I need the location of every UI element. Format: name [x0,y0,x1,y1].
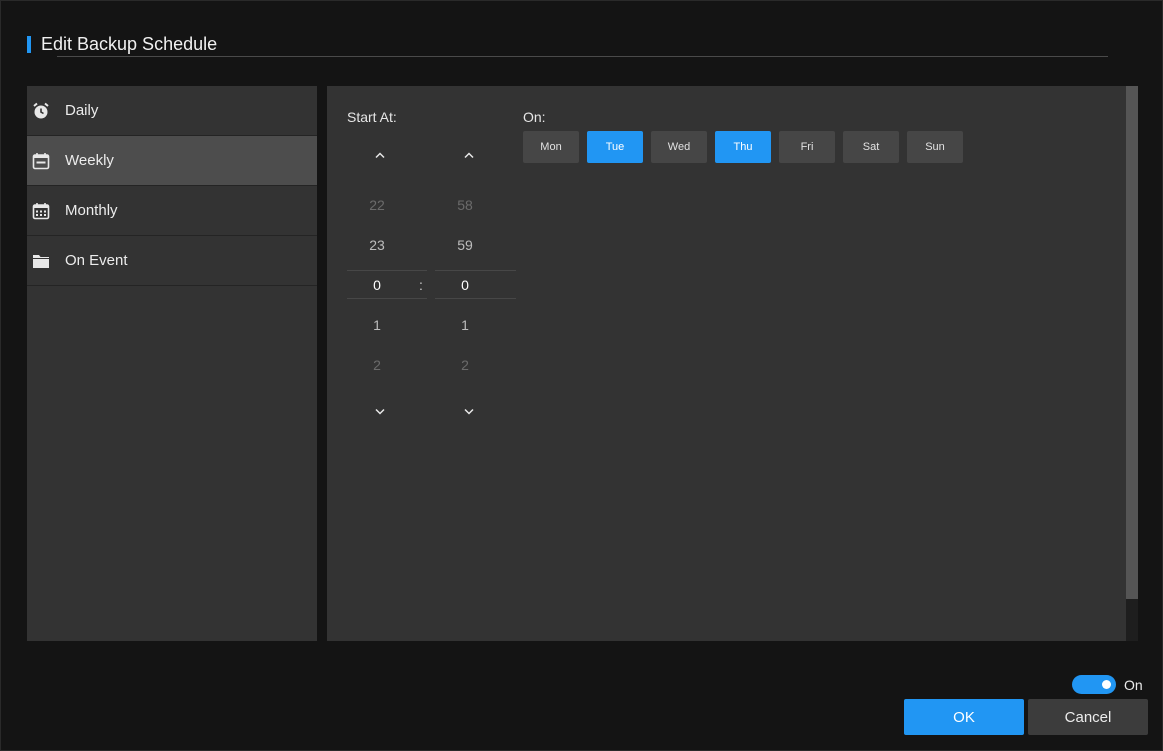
day-button-thu[interactable]: Thu [715,131,771,163]
minute-selected[interactable]: 0 [435,277,495,293]
sidebar-item-monthly[interactable]: Monthly [27,186,317,236]
minute-down-button[interactable] [459,405,479,419]
minute-option[interactable]: 58 [435,197,495,213]
minute-option[interactable]: 59 [435,237,495,253]
folder-icon [32,252,50,270]
chevron-down-icon [464,408,474,415]
schedule-type-sidebar: Daily Weekly Monthly On Event [27,86,317,641]
hour-selection-top-line [347,270,427,271]
title-accent-bar [27,35,31,53]
start-at-label: Start At: [347,109,397,125]
hour-option[interactable]: 22 [347,197,407,213]
ok-button[interactable]: OK [904,699,1024,735]
sidebar-item-weekly[interactable]: Weekly [27,136,317,186]
minute-option[interactable]: 2 [435,357,495,373]
scrollbar-thumb[interactable] [1126,86,1138,599]
cancel-button[interactable]: Cancel [1028,699,1148,735]
dialog-title: Edit Backup Schedule [41,33,218,54]
sidebar-item-daily[interactable]: Daily [27,86,317,136]
hour-option[interactable]: 23 [347,237,407,253]
title-divider [57,56,1108,57]
toggle-knob [1102,680,1111,689]
schedule-enable-toggle[interactable] [1072,675,1116,694]
sidebar-item-label: On Event [65,252,128,269]
minute-option[interactable]: 1 [435,317,495,333]
day-button-sun[interactable]: Sun [907,131,963,163]
sidebar-item-label: Daily [65,102,99,119]
toggle-label: On [1124,677,1143,693]
day-button-wed[interactable]: Wed [651,131,707,163]
time-separator: : [419,277,423,293]
hour-option[interactable]: 1 [347,317,407,333]
dialog-header: Edit Backup Schedule [27,33,218,54]
hour-up-button[interactable] [370,148,390,162]
minute-up-button[interactable] [459,148,479,162]
day-button-tue[interactable]: Tue [587,131,643,163]
sidebar-item-label: Weekly [65,152,114,169]
hour-selected[interactable]: 0 [347,277,407,293]
hour-selection-bottom-line [347,298,427,299]
alarm-clock-icon [32,102,50,120]
chevron-up-icon [375,152,385,159]
sidebar-item-on-event[interactable]: On Event [27,236,317,286]
hour-option[interactable]: 2 [347,357,407,373]
chevron-up-icon [464,152,474,159]
on-days-label: On: [523,109,546,125]
minute-selection-bottom-line [435,298,516,299]
day-button-fri[interactable]: Fri [779,131,835,163]
minute-selection-top-line [435,270,516,271]
calendar-week-icon [32,152,50,170]
day-button-sat[interactable]: Sat [843,131,899,163]
calendar-month-icon [32,202,50,220]
day-selector: Mon Tue Wed Thu Fri Sat Sun [523,131,963,163]
sidebar-item-label: Monthly [65,202,118,219]
hour-down-button[interactable] [370,405,390,419]
chevron-down-icon [375,408,385,415]
day-button-mon[interactable]: Mon [523,131,579,163]
